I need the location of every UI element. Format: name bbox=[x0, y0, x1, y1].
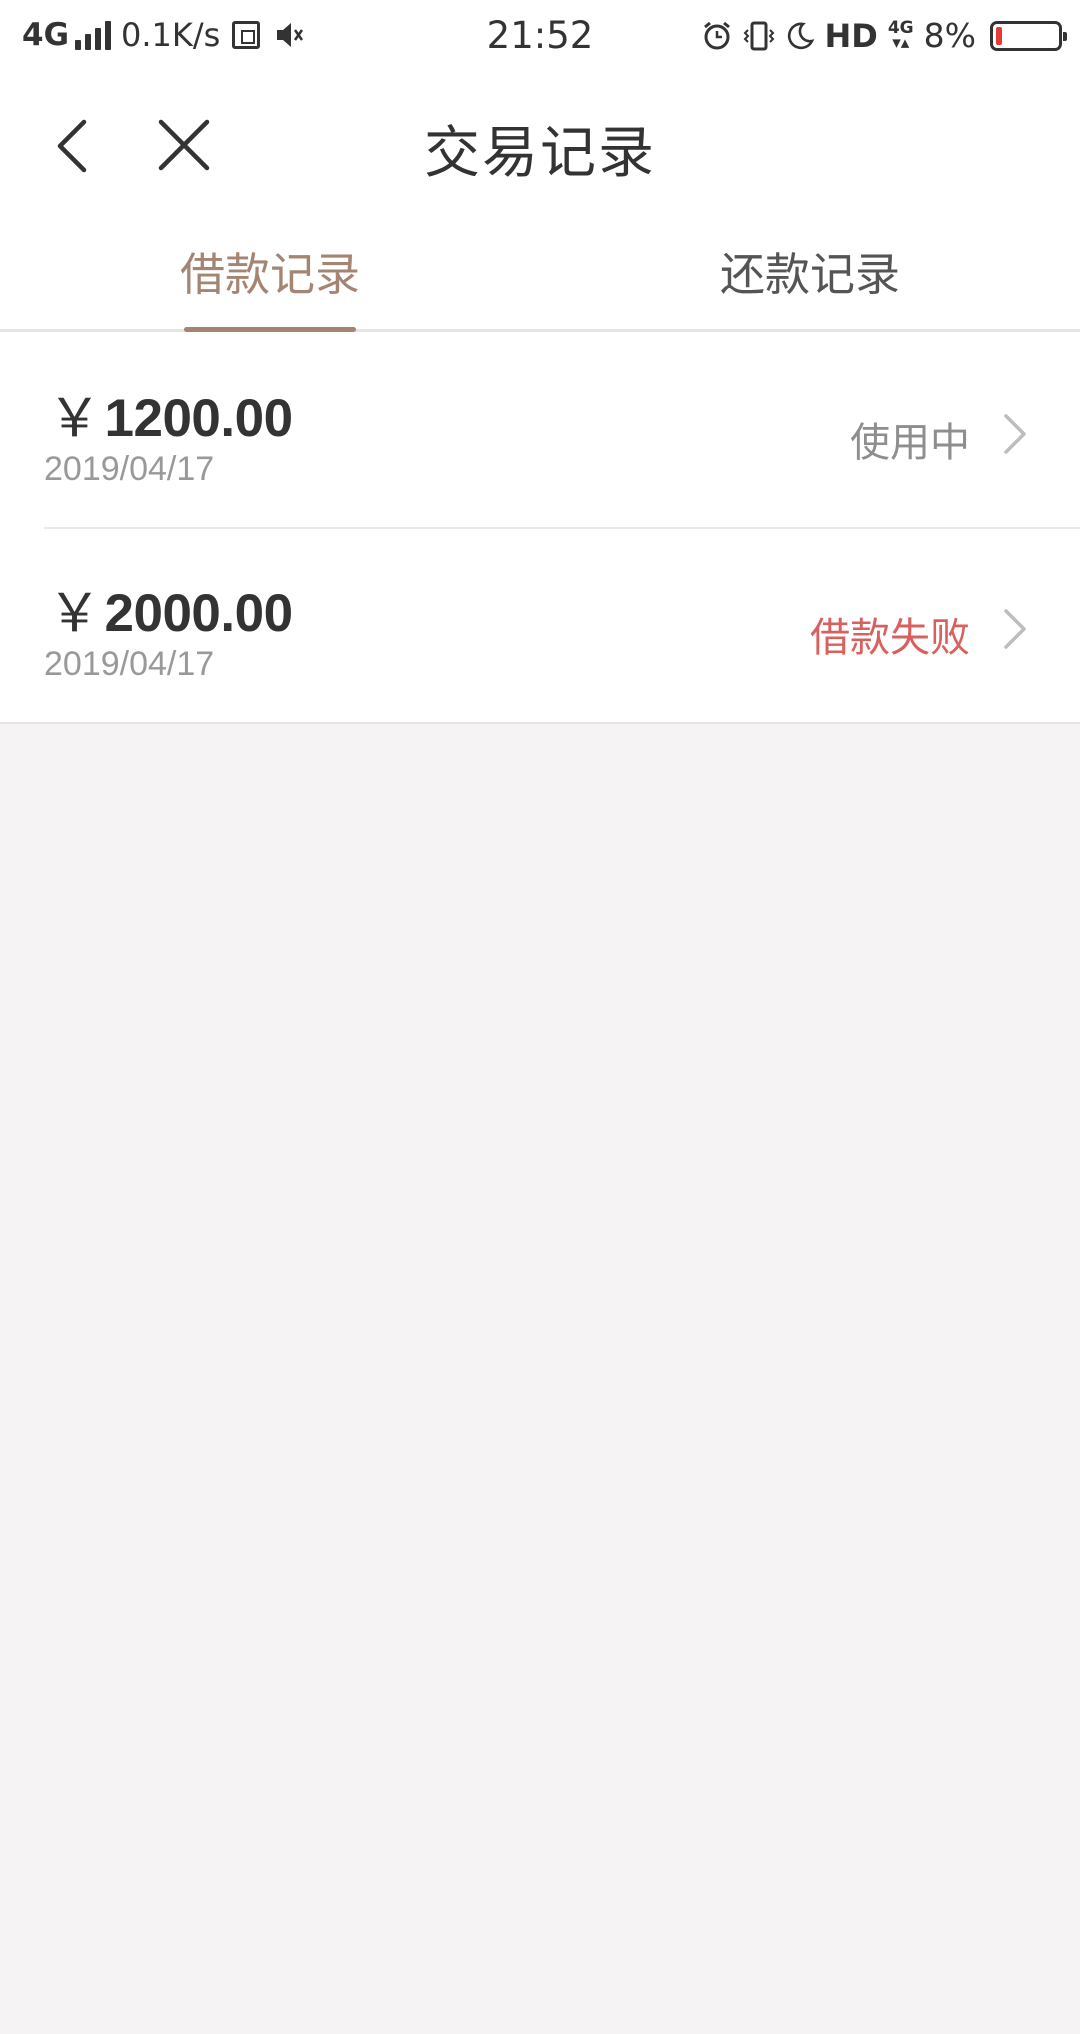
moon-icon bbox=[787, 22, 814, 49]
tab-bar: 借款记录 还款记录 bbox=[0, 210, 1080, 332]
currency-symbol: ￥ bbox=[48, 389, 101, 448]
data-4g-label: 4G bbox=[887, 17, 914, 38]
hd-indicator: HD bbox=[824, 16, 878, 55]
record-date: 2019/04/17 bbox=[44, 645, 215, 683]
chevron-right-icon bbox=[1004, 609, 1026, 649]
list-item[interactable]: ￥1200.00 2019/04/17 使用中 bbox=[0, 332, 1080, 527]
chevron-right-icon bbox=[1004, 414, 1026, 454]
status-bar: 4G 0.1K/s 21:52 HD 4G ▾▴ 8% bbox=[0, 0, 1080, 74]
app-screen: 4G 0.1K/s 21:52 HD 4G ▾▴ 8% 交易记录 借款记录 还款… bbox=[0, 0, 1080, 724]
battery-level bbox=[996, 26, 1002, 45]
navigation-header: 交易记录 bbox=[0, 74, 1080, 210]
record-list: ￥1200.00 2019/04/17 使用中 ￥2000.00 2019/04… bbox=[0, 332, 1080, 724]
battery-percent: 8% bbox=[923, 16, 976, 55]
record-amount: ￥2000.00 bbox=[48, 571, 293, 647]
alarm-icon bbox=[703, 21, 730, 49]
currency-symbol: ￥ bbox=[48, 584, 101, 643]
vibrate-icon bbox=[743, 21, 774, 50]
battery-icon bbox=[990, 20, 1067, 51]
record-amount: ￥1200.00 bbox=[48, 376, 293, 452]
status-right: HD 4G ▾▴ 8% bbox=[701, 16, 1067, 55]
tab-repayment-records[interactable]: 还款记录 bbox=[540, 210, 1080, 329]
page-title: 交易记录 bbox=[424, 121, 656, 186]
tab-label: 借款记录 bbox=[179, 248, 360, 301]
tab-loan-records[interactable]: 借款记录 bbox=[0, 210, 540, 332]
amount-value: 1200.00 bbox=[104, 389, 294, 448]
record-status: 使用中 bbox=[850, 420, 970, 466]
record-status: 借款失败 bbox=[810, 615, 970, 661]
list-item[interactable]: ￥2000.00 2019/04/17 借款失败 bbox=[0, 527, 1080, 722]
data-4g-indicator: 4G ▾▴ bbox=[887, 17, 914, 53]
record-date: 2019/04/17 bbox=[44, 450, 215, 488]
tab-label: 还款记录 bbox=[719, 248, 900, 301]
amount-value: 2000.00 bbox=[104, 584, 294, 643]
